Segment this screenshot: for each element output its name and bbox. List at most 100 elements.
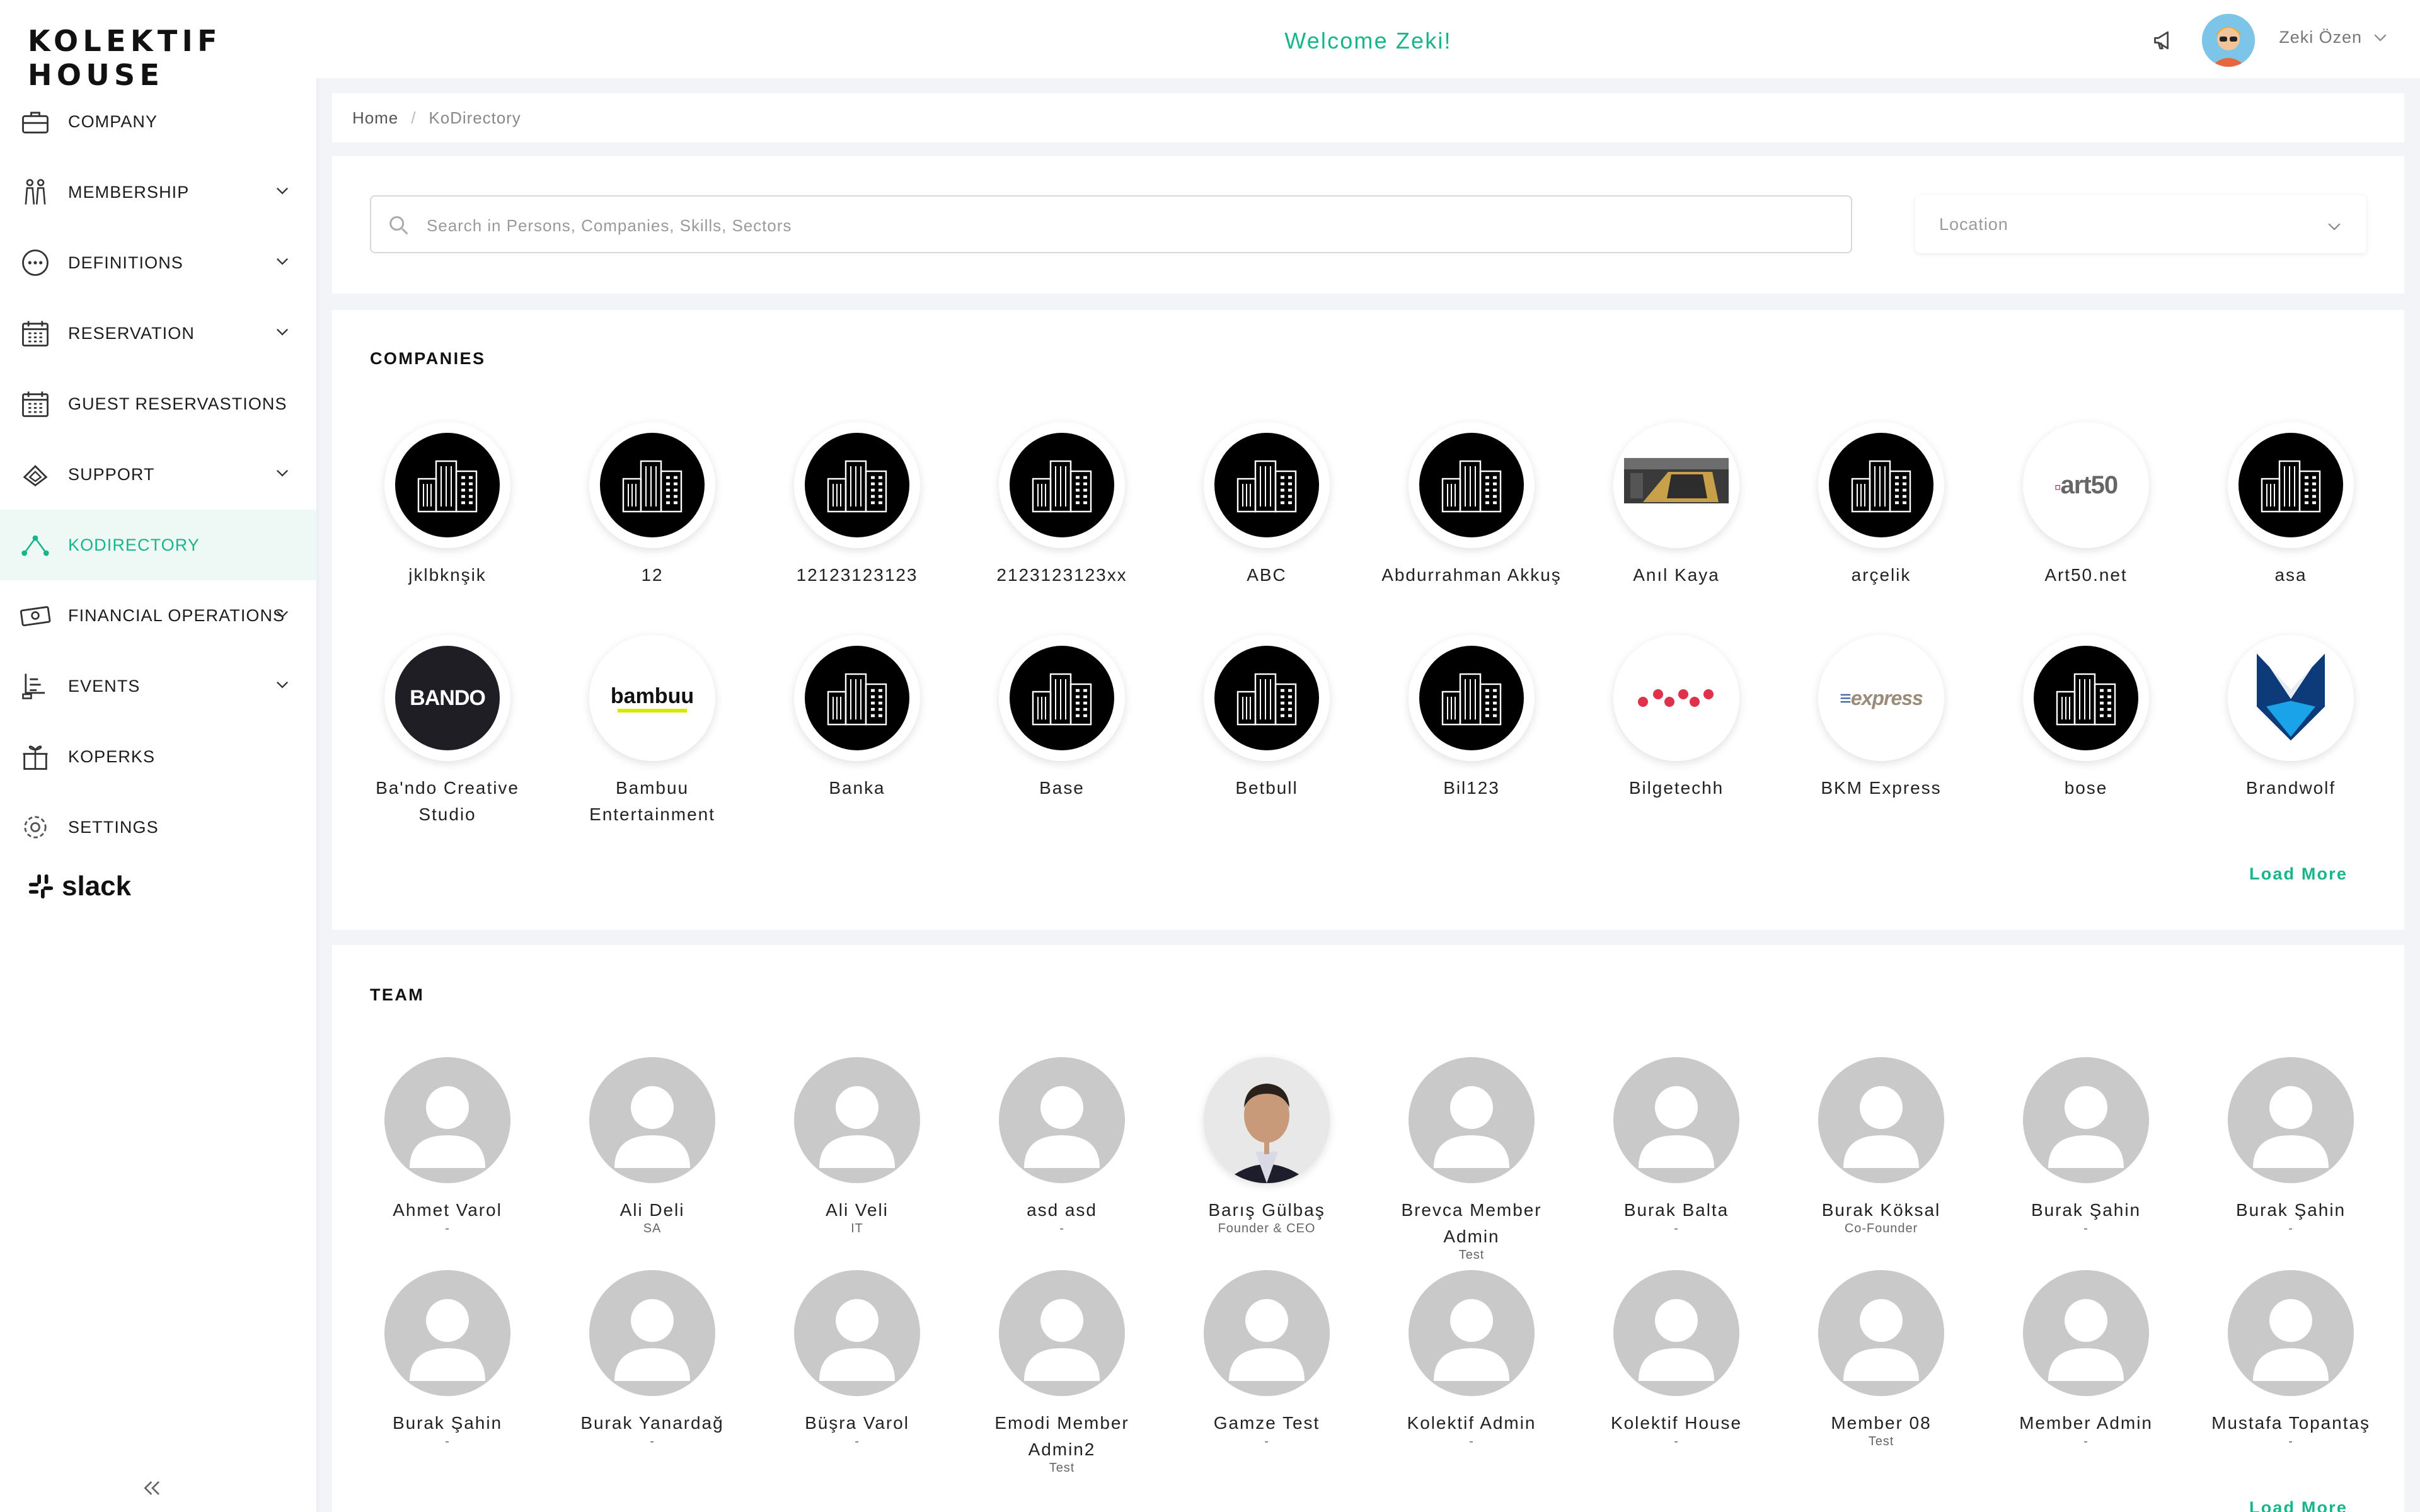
company-logo — [1214, 646, 1319, 750]
team-member-card[interactable]: Gamze Test - — [1172, 1270, 1361, 1449]
default-avatar-icon — [2023, 1057, 2149, 1183]
company-card[interactable]: Abdurrahman Akkuş — [1377, 422, 1566, 588]
team-member-card[interactable]: asd asd - — [967, 1057, 1156, 1236]
sidebar-item-kodirectory[interactable]: KODIRECTORY — [0, 510, 316, 580]
company-card[interactable]: Bilgetechh — [1582, 635, 1771, 801]
company-card[interactable]: Bil123 — [1377, 635, 1566, 801]
search-card: Search in Persons, Companies, Skills, Se… — [332, 156, 2404, 294]
team-member-card[interactable]: Ali Veli IT — [763, 1057, 952, 1236]
company-logo-circle — [1204, 635, 1330, 761]
member-role: Test — [1868, 1435, 1894, 1448]
sidebar-item-membership[interactable]: MEMBERSHIP — [0, 157, 316, 227]
team-member-card[interactable]: Mustafa Topantaş - — [2196, 1270, 2385, 1449]
member-role: - — [1059, 1222, 1064, 1235]
company-card[interactable]: 12123123123 — [763, 422, 952, 588]
company-card[interactable]: bose — [1991, 635, 2181, 801]
company-name: Base — [1039, 778, 1085, 798]
location-select[interactable]: Location — [1915, 195, 2366, 253]
breadcrumb-home[interactable]: Home — [352, 108, 398, 128]
sidebar-item-financial-operations[interactable]: FINANCIAL OPERATIONS — [0, 580, 316, 651]
team-member-card[interactable]: Burak Şahin - — [2196, 1057, 2385, 1236]
company-card[interactable]: Betbull — [1172, 635, 1361, 801]
company-card[interactable]: Anıl Kaya — [1582, 422, 1771, 588]
default-avatar-icon — [794, 1270, 920, 1396]
company-name: Ba'ndo Creative Studio — [376, 778, 519, 824]
team-member-card[interactable]: Kolektif Admin - — [1377, 1270, 1566, 1449]
team-member-card[interactable]: Member Admin - — [1991, 1270, 2181, 1449]
company-card[interactable]: Base — [967, 635, 1156, 801]
sidebar-item-label: SUPPORT — [68, 464, 155, 484]
app-logo[interactable]: KOLEKTIF HOUSE — [28, 24, 316, 92]
member-name: Ahmet Varol — [393, 1200, 502, 1220]
company-card[interactable]: BANDO Ba'ndo Creative Studio — [353, 635, 542, 828]
sidebar-item-reservation[interactable]: RESERVATION — [0, 298, 316, 369]
sidebar-item-events[interactable]: EVENTS — [0, 651, 316, 721]
support-icon — [23, 465, 48, 487]
company-card[interactable]: asa — [2196, 422, 2385, 588]
user-avatar[interactable] — [2202, 14, 2255, 67]
sidebar-item-label: MEMBERSHIP — [68, 182, 190, 202]
collapse-sidebar-icon[interactable] — [140, 1475, 165, 1501]
company-card[interactable]: bambuu Bambuu Entertainment — [558, 635, 747, 828]
team-member-card[interactable]: Burak Köksal Co-Founder — [1787, 1057, 1976, 1236]
team-member-card[interactable]: Emodi Member Admin2 Test — [967, 1270, 1156, 1475]
company-logo — [805, 433, 909, 537]
slack-link[interactable]: slack — [26, 871, 131, 902]
companies-load-more-button[interactable]: Load More — [2249, 864, 2348, 884]
company-logo-circle — [2023, 635, 2149, 761]
sidebar-item-definitions[interactable]: DEFINITIONS — [0, 227, 316, 298]
team-member-card[interactable]: Burak Yanardağ - — [558, 1270, 747, 1449]
user-name[interactable]: Zeki Özen — [2279, 28, 2362, 47]
company-card[interactable]: Banka — [763, 635, 952, 801]
company-logo — [1419, 646, 1524, 750]
team-member-card[interactable]: Burak Balta - — [1582, 1057, 1771, 1236]
company-name: 12123123123 — [796, 565, 918, 585]
company-logo-circle — [2228, 422, 2354, 548]
company-card[interactable]: Brandwolf — [2196, 635, 2385, 801]
sidebar-item-support[interactable]: SUPPORT — [0, 439, 316, 510]
team-member-card[interactable]: Burak Şahin - — [353, 1270, 542, 1449]
calendar-icon — [22, 391, 49, 417]
default-avatar-icon — [1613, 1057, 1739, 1183]
team-member-card[interactable]: Ahmet Varol - — [353, 1057, 542, 1236]
company-card[interactable]: jklbknşik — [353, 422, 542, 588]
default-avatar-icon — [999, 1270, 1125, 1396]
breadcrumb: Home / KoDirectory — [332, 93, 2404, 142]
company-card[interactable]: 2123123123xx — [967, 422, 1156, 588]
team-member-card[interactable]: Burak Şahin - — [1991, 1057, 2181, 1236]
company-card[interactable]: ABC — [1172, 422, 1361, 588]
announcement-icon[interactable] — [2150, 26, 2181, 54]
member-name: Ali Deli — [619, 1200, 685, 1220]
company-card[interactable]: ≡express BKM Express — [1787, 635, 1976, 801]
search-input[interactable]: Search in Persons, Companies, Skills, Se… — [370, 195, 1852, 253]
sidebar-item-koperks[interactable]: KOPERKS — [0, 721, 316, 792]
breadcrumb-separator: / — [411, 108, 417, 127]
chevron-down-icon — [277, 187, 288, 195]
team-member-card[interactable]: Brevca Member Admin Test — [1377, 1057, 1566, 1263]
company-card[interactable]: ▫art50 Art50.net — [1991, 422, 2181, 588]
search-placeholder: Search in Persons, Companies, Skills, Se… — [427, 216, 792, 235]
company-logo — [1829, 433, 1933, 537]
team-load-more-button[interactable]: Load More — [2249, 1498, 2348, 1512]
company-logo-circle — [999, 422, 1125, 548]
chevron-down-icon — [277, 610, 288, 618]
team-member-card[interactable]: Kolektif House - — [1582, 1270, 1771, 1449]
chevron-down-icon[interactable] — [2371, 28, 2390, 47]
team-member-card[interactable]: Ali Deli SA — [558, 1057, 747, 1236]
sidebar-item-guest-reservastions[interactable]: GUEST RESERVASTIONS — [0, 369, 316, 439]
company-card[interactable]: 12 — [558, 422, 747, 588]
cash-icon — [20, 606, 51, 627]
team-member-card[interactable]: Member 08 Test — [1787, 1270, 1976, 1449]
sidebar-item-company[interactable]: COMPANY — [0, 86, 316, 157]
sidebar-item-label: FINANCIAL OPERATIONS — [68, 605, 285, 625]
sidebar-item-settings[interactable]: SETTINGS — [0, 792, 316, 862]
team-member-card[interactable]: Büşra Varol - — [763, 1270, 952, 1449]
default-avatar-icon — [794, 1057, 920, 1183]
welcome-text: Welcome Zeki! — [1284, 28, 1452, 54]
member-name: Brevca Member Admin — [1401, 1200, 1542, 1246]
company-card[interactable]: arçelik — [1787, 422, 1976, 588]
team-member-card[interactable]: Barış Gülbaş Founder & CEO — [1172, 1057, 1361, 1236]
company-logo — [395, 433, 500, 537]
sidebar: KOLEKTIF HOUSE COMPANY MEMBERSHIP DEFINITI… — [0, 0, 316, 1512]
company-photo — [1624, 433, 1729, 537]
